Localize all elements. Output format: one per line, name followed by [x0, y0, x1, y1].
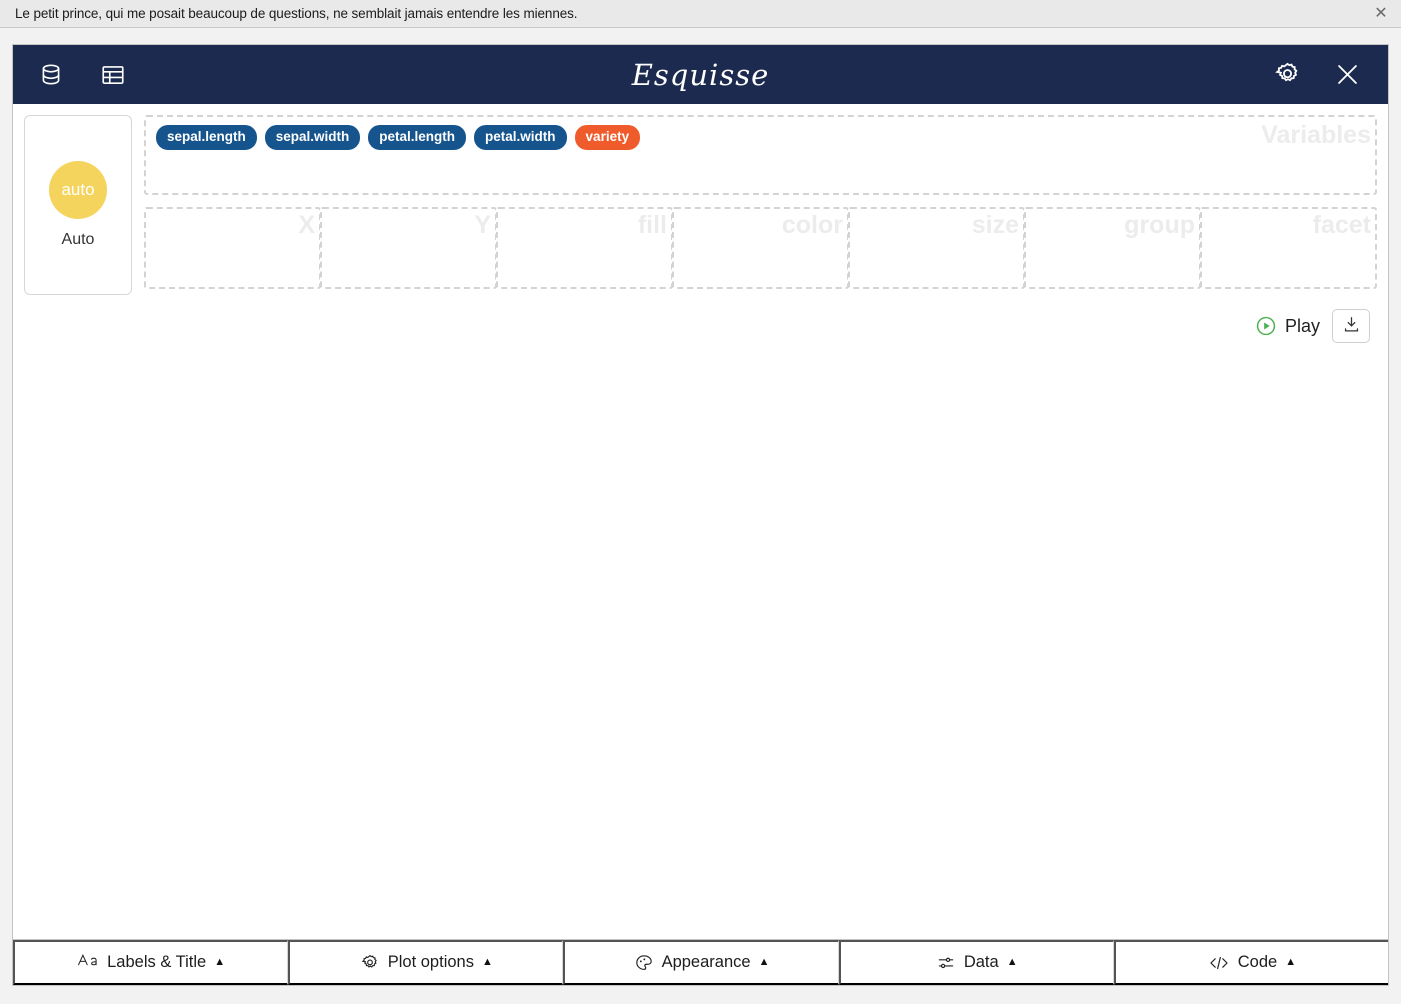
variable-chip[interactable]: sepal.length — [156, 125, 257, 150]
bottom-item-label: Plot options — [387, 953, 474, 971]
gear-icon[interactable] — [1270, 58, 1304, 92]
header-right-icons — [1270, 58, 1388, 92]
bottom-toolbar: Labels & Title ▲ Plot options ▲ Appearan… — [13, 939, 1389, 985]
dropzone-fill[interactable]: fill — [496, 207, 673, 289]
bottom-item-label: Data — [963, 953, 999, 971]
dropzone-label: color — [781, 211, 843, 239]
appearance-button[interactable]: Appearance ▲ — [563, 940, 839, 985]
dropzone-label: size — [971, 211, 1019, 239]
bottom-item-label: Labels & Title — [107, 953, 207, 971]
play-label: Play — [1284, 315, 1320, 336]
dropzone-size[interactable]: size — [848, 207, 1025, 289]
dropzone-color[interactable]: color — [672, 207, 849, 289]
play-button[interactable]: Play — [1255, 315, 1320, 337]
database-icon[interactable] — [34, 58, 68, 92]
sliders-icon — [936, 953, 956, 973]
code-button[interactable]: Code ▲ — [1113, 940, 1389, 985]
action-row: Play — [13, 295, 1388, 343]
aa-text-icon — [77, 952, 99, 973]
geometry-auto-circle: auto — [49, 161, 107, 219]
dropzone-label: Y — [474, 211, 491, 239]
aesthetic-dropzones: X Y fill color size group facet — [144, 207, 1377, 289]
controls-region: auto Auto Variables sepal.length sepal.w… — [13, 104, 1388, 295]
chevron-up-icon: ▲ — [1006, 956, 1018, 968]
dropzone-facet[interactable]: facet — [1200, 207, 1377, 289]
variable-chip[interactable]: sepal.width — [264, 125, 361, 150]
close-icon[interactable] — [1330, 58, 1364, 92]
table-icon[interactable] — [96, 58, 130, 92]
chevron-up-icon: ▲ — [758, 956, 770, 968]
dropzone-group[interactable]: group — [1024, 207, 1201, 289]
download-icon — [1342, 315, 1361, 337]
chevron-up-icon: ▲ — [481, 956, 493, 968]
app-header: Esquisse — [13, 45, 1388, 104]
variable-chip[interactable]: petal.width — [474, 125, 567, 150]
variables-title: Variables — [1261, 121, 1371, 149]
code-icon — [1208, 954, 1230, 972]
header-left-icons — [13, 58, 130, 92]
esquisse-window: Esquisse auto Auto Variables sepal.lengt… — [12, 44, 1389, 986]
labels-and-title-button[interactable]: Labels & Title ▲ — [13, 940, 289, 985]
chevron-up-icon: ▲ — [1285, 956, 1297, 968]
dropzone-y[interactable]: Y — [320, 207, 497, 289]
dropzone-label: fill — [637, 211, 667, 239]
play-circle-icon — [1255, 315, 1277, 337]
geometry-selector-auto[interactable]: auto Auto — [24, 115, 132, 295]
bottom-item-label: Code — [1237, 953, 1278, 971]
variable-chip[interactable]: petal.length — [368, 125, 467, 150]
dropzone-columns: Variables sepal.length sepal.width petal… — [132, 115, 1377, 295]
notification-close-icon[interactable]: ✕ — [1370, 3, 1392, 25]
dropzone-x[interactable]: X — [144, 207, 321, 289]
palette-icon — [634, 953, 654, 973]
bottom-item-label: Appearance — [661, 953, 751, 971]
plot-options-button[interactable]: Plot options ▲ — [288, 940, 564, 985]
dropzone-label: group — [1124, 211, 1195, 239]
variable-chip[interactable]: variety — [574, 125, 641, 150]
data-button[interactable]: Data ▲ — [838, 940, 1114, 985]
plot-canvas — [13, 343, 1388, 939]
gear-icon — [360, 953, 380, 973]
notification-message: Le petit prince, qui me posait beaucoup … — [15, 6, 578, 21]
app-title: Esquisse — [631, 57, 770, 92]
notification-bar: Le petit prince, qui me posait beaucoup … — [0, 0, 1401, 28]
dropzone-label: X — [298, 211, 315, 239]
download-button[interactable] — [1332, 309, 1370, 343]
geometry-auto-label: Auto — [61, 231, 95, 248]
chevron-up-icon: ▲ — [214, 956, 226, 968]
dropzone-label: facet — [1312, 211, 1371, 239]
variables-box[interactable]: Variables sepal.length sepal.width petal… — [144, 115, 1377, 195]
